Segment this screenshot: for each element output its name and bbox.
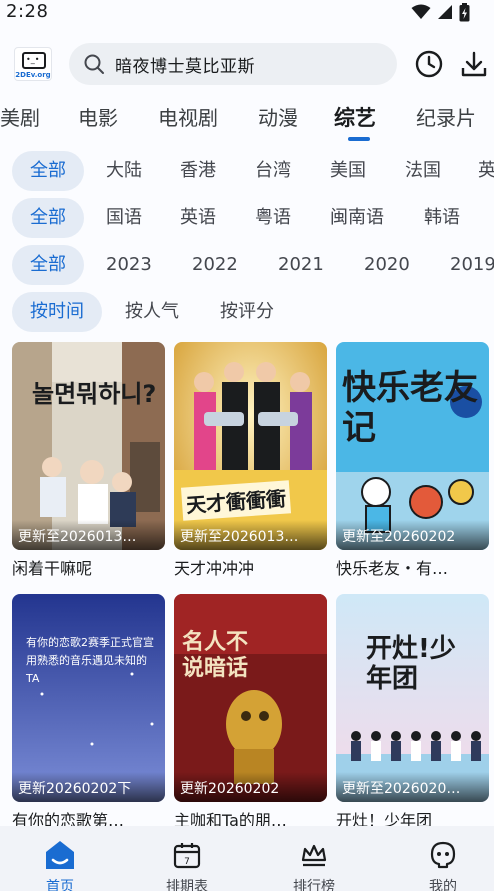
chip-year[interactable]: 2021 [278, 245, 324, 285]
card-title: 闲着干嘛呢 [12, 559, 93, 578]
chip-language[interactable]: 英语 [180, 198, 216, 238]
nav-label: 首页 [46, 879, 74, 891]
poster-image: 开灶!少年团 更新至2026020… [336, 594, 489, 802]
chip-language[interactable]: 粤语 [255, 198, 291, 238]
media-card[interactable]: 有你的恋歌2赛季正式官宣 用熟悉的音乐遇见未知的TA 更新20260202下 有… [12, 594, 165, 831]
download-button[interactable] [457, 47, 491, 81]
update-status: 更新至2026013… [174, 520, 327, 550]
tab-variety[interactable]: 综艺 [334, 102, 376, 132]
tab-documentary[interactable]: 纪录片 [416, 102, 476, 131]
chip-language[interactable]: 韩语 [424, 198, 460, 238]
chip-language-all[interactable]: 全部 [12, 198, 84, 238]
poster-title-text: 有你的恋歌2赛季正式官宣 用熟悉的音乐遇见未知的TA [26, 636, 154, 685]
nav-label: 排期表 [166, 879, 208, 891]
chip-sort-popularity[interactable]: 按人气 [125, 292, 179, 332]
poster-title-text: 名人不说暗话 [182, 630, 249, 681]
tab-anime[interactable]: 动漫 [258, 102, 298, 131]
media-card[interactable]: 名人不说暗话 更新20260202 主咖和Ta的朋… [174, 594, 327, 831]
status-icons [411, 2, 470, 22]
active-tab-indicator [348, 137, 370, 141]
chip-year[interactable]: 2020 [364, 245, 410, 285]
svg-text:7: 7 [184, 857, 190, 867]
update-status: 更新20260202下 [12, 772, 165, 802]
update-status: 更新至2026020… [336, 772, 489, 802]
poster-image: 天才衝衝衝 更新至2026013… [174, 342, 327, 550]
logo-text: 2DEv.org [15, 71, 51, 79]
language-filter: 全部 国语 英语 粤语 闽南语 韩语 [0, 198, 494, 238]
poster-image: 名人不说暗话 更新20260202 [174, 594, 327, 802]
profile-icon [426, 838, 460, 872]
poster-image: 놀면뭐하니? 更新至2026013… [12, 342, 165, 550]
update-status: 更新至2026013… [12, 520, 165, 550]
tab-us-drama[interactable]: 美剧 [0, 102, 40, 131]
nav-profile[interactable]: 我的 [383, 826, 494, 891]
status-time: 2:28 [6, 1, 49, 22]
history-button[interactable] [412, 47, 446, 81]
region-filter: 全部 大陆 香港 台湾 美国 法国 英 [0, 151, 494, 191]
chip-region[interactable]: 法国 [405, 151, 441, 191]
search-icon [84, 54, 104, 74]
chip-region[interactable]: 香港 [180, 151, 216, 191]
sort-filter: 按时间 按人气 按评分 [0, 292, 494, 332]
chip-region[interactable]: 台湾 [255, 151, 291, 191]
poster-title-text: 놀면뭐하니? [32, 380, 157, 408]
poster-image: 快乐老友记 更新至20260202 [336, 342, 489, 550]
home-icon [43, 838, 77, 872]
search-placeholder: 暗夜博士莫比亚斯 [115, 56, 255, 77]
chip-region-all[interactable]: 全部 [12, 151, 84, 191]
download-icon [461, 51, 487, 77]
media-card[interactable]: 天才衝衝衝 更新至2026013… 天才冲冲冲 [174, 342, 327, 579]
year-filter: 全部 2023 2022 2021 2020 2019 [0, 245, 494, 285]
wifi-icon [411, 4, 431, 19]
nav-ranking[interactable]: 排行榜 [254, 826, 374, 891]
nav-label: 排行榜 [293, 879, 335, 891]
chip-year[interactable]: 2023 [106, 245, 152, 285]
chip-year[interactable]: 2019 [450, 245, 494, 285]
chip-language[interactable]: 闽南语 [330, 198, 384, 238]
update-status: 更新20260202 [174, 772, 327, 802]
poster-title-text: 快乐老友记 [342, 368, 478, 448]
chip-region[interactable]: 英 [478, 151, 494, 191]
chip-region[interactable]: 大陆 [106, 151, 142, 191]
chip-year-all[interactable]: 全部 [12, 245, 84, 285]
calendar-icon: 7 [170, 838, 204, 872]
cell-signal-icon [438, 5, 452, 19]
nav-home[interactable]: 首页 [0, 826, 120, 891]
card-title: 天才冲冲冲 [174, 559, 255, 578]
chip-sort-rating[interactable]: 按评分 [220, 292, 274, 332]
search-bar[interactable]: 暗夜博士莫比亚斯 [69, 43, 397, 85]
media-card[interactable]: 快乐老友记 更新至20260202 快乐老友・有… [336, 342, 489, 579]
chip-year[interactable]: 2022 [192, 245, 238, 285]
crown-icon [297, 838, 331, 872]
media-card[interactable]: 开灶!少年团 更新至2026020… 开灶！少年团 [336, 594, 489, 831]
bottom-navigation: 首页 7 排期表 排行榜 我的 [0, 826, 494, 891]
update-status: 更新至20260202 [336, 520, 489, 550]
chip-language[interactable]: 国语 [106, 198, 142, 238]
battery-icon [459, 2, 470, 21]
nav-schedule[interactable]: 7 排期表 [127, 826, 247, 891]
chip-region[interactable]: 美国 [330, 151, 366, 191]
clock-icon [415, 50, 443, 78]
status-bar: 2:28 [0, 0, 494, 26]
poster-title-text: 开灶!少年团 [366, 634, 456, 694]
tab-movie[interactable]: 电影 [78, 102, 118, 131]
chip-sort-time[interactable]: 按时间 [12, 292, 102, 332]
nav-label: 我的 [429, 879, 457, 891]
media-card[interactable]: 놀면뭐하니? 更新至2026013… 闲着干嘛呢 [12, 342, 165, 579]
category-tabs: 美剧 电影 电视剧 动漫 综艺 纪录片 [0, 96, 494, 144]
poster-image: 有你的恋歌2赛季正式官宣 用熟悉的音乐遇见未知的TA 更新20260202下 [12, 594, 165, 802]
card-title: 快乐老友・有… [336, 559, 449, 578]
app-logo: •_• 2DEv.org [14, 47, 52, 81]
tab-tv-series[interactable]: 电视剧 [158, 102, 218, 131]
